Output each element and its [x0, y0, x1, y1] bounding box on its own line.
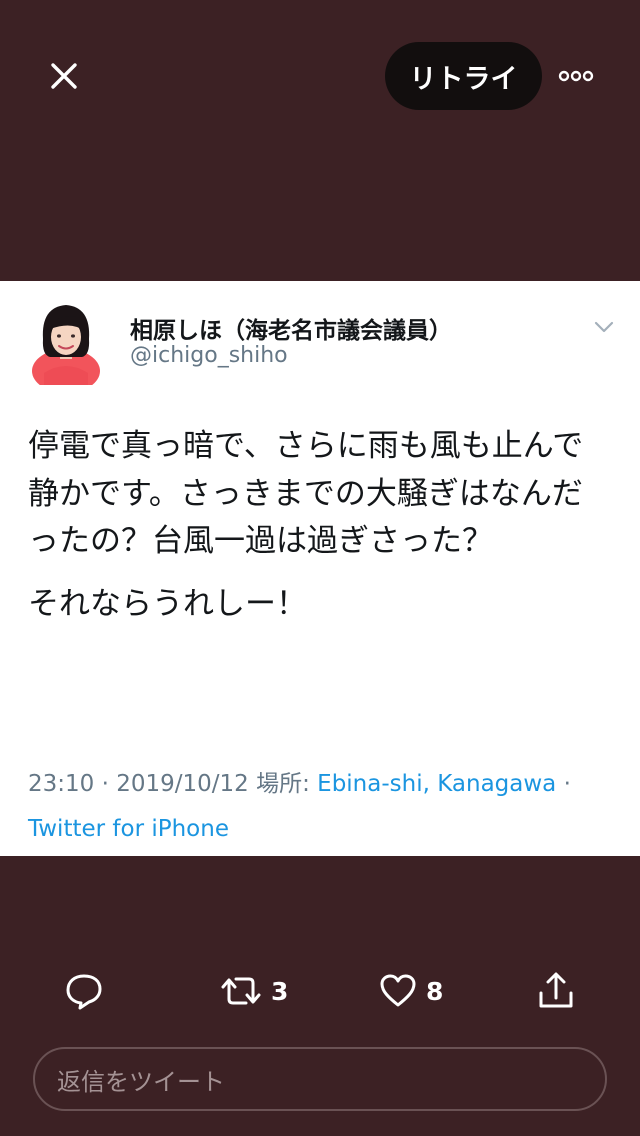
meta-separator: · — [563, 771, 571, 797]
reply-icon — [66, 974, 102, 1010]
tweet-meta: 23:10 · 2019/10/12 場所: Ebina-shi, Kanaga… — [28, 762, 618, 852]
tweet-paragraph: それならうれしー！ — [28, 585, 307, 622]
share-button[interactable] — [536, 968, 576, 1014]
source-link[interactable]: Twitter for iPhone — [28, 816, 229, 842]
retweet-button[interactable]: リトライ — [385, 42, 542, 110]
like-button[interactable]: 8 — [378, 968, 443, 1014]
reply-placeholder: 返信をツイート — [57, 1067, 225, 1096]
more-options-button[interactable] — [552, 56, 600, 96]
chevron-down-icon[interactable] — [592, 317, 616, 337]
retweet-icon — [221, 977, 261, 1005]
retweet-count: 3 — [271, 976, 289, 1006]
display-name[interactable]: 相原しほ（海老名市議会議員） — [130, 311, 452, 345]
location-link[interactable]: Ebina-shi, Kanagawa — [317, 771, 556, 797]
like-count: 8 — [426, 976, 444, 1006]
share-icon — [539, 972, 573, 1008]
avatar[interactable] — [32, 301, 100, 393]
close-button[interactable] — [38, 50, 90, 102]
reply-input[interactable]: 返信をツイート — [33, 1047, 607, 1111]
reply-button[interactable] — [64, 968, 104, 1014]
user-handle[interactable]: @ichigo_shiho — [130, 343, 288, 368]
tweet-text: 停電で真っ暗で、さらに雨も風も止んで静かです。さっきまでの大騒ぎはなんだったの？… — [28, 423, 608, 628]
retweet-action[interactable]: 3 — [219, 968, 288, 1014]
timestamp[interactable]: 23:10 · 2019/10/12 — [28, 771, 249, 797]
location-label: 場所: — [256, 771, 310, 797]
tweet-paragraph: 停電で真っ暗で、さらに雨も風も止んで静かです。さっきまでの大騒ぎはなんだったの？… — [28, 428, 584, 559]
more-icon — [558, 70, 594, 82]
heart-icon — [380, 974, 416, 1007]
close-icon — [51, 63, 77, 89]
tweet-card: 相原しほ（海老名市議会議員） @ichigo_shiho 停電で真っ暗で、さらに… — [0, 281, 640, 856]
